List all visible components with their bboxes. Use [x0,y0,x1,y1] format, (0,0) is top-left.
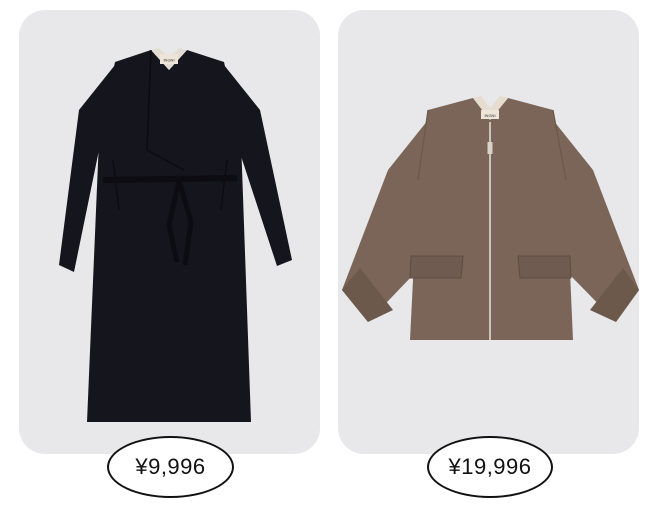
brand-tag-text: INGNI [484,113,495,118]
price-tag-black-coat: ¥9,996 [107,436,234,498]
price-tag-brown-jacket: ¥19,996 [427,436,553,498]
brand-tag-text: INGNI [163,58,174,63]
product-card-black-coat[interactable]: INGNI [19,10,320,454]
product-card-brown-jacket[interactable]: INGNI [338,10,639,454]
brown-jacket-image: INGNI [342,96,639,340]
black-coat-image: INGNI [59,48,292,422]
